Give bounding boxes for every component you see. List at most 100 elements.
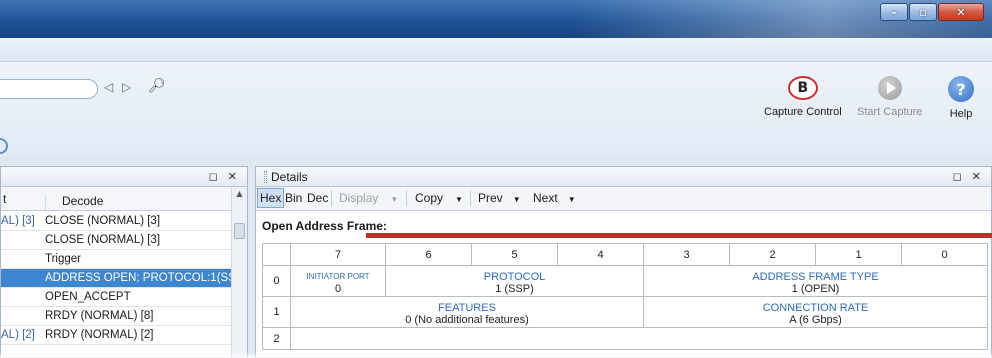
details-title: Details [271,170,308,184]
bit-header: 3 [643,243,730,266]
bit-header: 2 [729,243,816,266]
help-button[interactable]: ? Help [948,76,974,120]
display-button[interactable]: Display ▼ [339,191,398,205]
vertical-scrollbar[interactable]: ▲ [231,187,247,357]
binoculars-icon[interactable]: 🔎︎ [148,78,166,94]
bottom-fade [0,352,992,358]
chevron-down-icon: ▼ [567,195,576,204]
start-capture-label: Start Capture [857,106,923,118]
table-row[interactable]: CLOSE (NORMAL) [3] [1,231,231,250]
window-controls: – ▫ ✕ [879,3,984,21]
connection-rate-field[interactable]: CONNECTION RATE A (6 Gbps) [643,296,988,328]
field-label: FEATURES [438,301,496,314]
empty-field[interactable] [290,327,988,350]
row-cell-decode: ADDRESS OPEN; PROTOCOL:1(SSP [45,272,231,284]
chevron-down-icon: ▼ [512,195,521,204]
close-button[interactable]: ✕ [938,3,984,21]
details-toolbar: Hex Bin Dec Display ▼ Copy ▼ Prev ▼ Next ▼ [256,187,991,211]
bit-header: 4 [557,243,644,266]
byte-index: 2 [262,327,291,350]
corner-cell [262,243,291,266]
restore-pane-icon[interactable]: ◻ [953,171,962,183]
event-rows: AL) [3] CLOSE (NORMAL) [3] CLOSE (NORMAL)… [1,212,231,345]
toolbar-divider [406,190,407,206]
features-field[interactable]: FEATURES 0 (No additional features) [290,296,644,328]
copy-label: Copy [415,191,444,205]
bit-header: 5 [471,243,558,266]
table-row[interactable]: RRDY (NORMAL) [8] [1,307,231,326]
column-header-t[interactable]: t [1,192,41,206]
capture-control-label: Capture Control [764,106,842,118]
field-value: 1 (SSP) [495,282,534,295]
prev-arrow-icon[interactable]: ◁ [104,80,113,94]
protocol-field[interactable]: PROTOCOL 1 (SSP) [385,265,644,297]
circle-icon[interactable] [0,138,8,154]
prev-button[interactable]: Prev ▼ [478,191,521,205]
capture-control-button[interactable]: B Capture Control [764,76,842,118]
toolbar-divider [470,190,471,206]
capture-control-icon: B [787,76,818,100]
close-pane-icon[interactable]: ✕ [228,171,237,183]
bit-header: 6 [385,243,472,266]
details-pane: Details ◻ ✕ Hex Bin Dec Display ▼ Copy ▼ Pr… [255,166,992,358]
menu-bar [0,38,992,62]
grip-icon[interactable] [264,171,267,183]
help-label: Help [949,108,973,120]
row-cell-decode: RRDY (NORMAL) [8] [45,310,154,322]
main-toolbar: ◁ ▷ 🔎︎ B Capture Control Start Capture ?… [0,62,992,157]
chevron-down-icon: ▼ [455,195,463,204]
bit-header: 1 [815,243,902,266]
bit-header: 7 [290,243,386,266]
table-row[interactable]: AL) [3] CLOSE (NORMAL) [3] [1,212,231,231]
event-list-header: ◻ ✕ [1,167,247,187]
search-input[interactable] [0,79,98,99]
help-icon: ? [948,76,974,102]
address-frame-table: 7 6 5 4 3 2 1 0 0 INITIATOR PORT 0 PROTOC… [262,243,988,350]
table-row-selected[interactable]: ADDRESS OPEN; PROTOCOL:1(SSP [1,269,231,288]
toolbar-divider [331,190,332,206]
field-value: A (6 Gbps) [789,313,842,326]
field-value: 0 [334,282,342,295]
frame-title: Open Address Frame: [262,219,387,233]
table-row[interactable]: Trigger [1,250,231,269]
field-value: 0 (No additional features) [405,313,529,326]
row-cell-decode: OPEN_ACCEPT [45,291,131,303]
prev-label: Prev [478,191,503,205]
byte-index: 1 [262,296,291,328]
start-capture-button[interactable]: Start Capture [857,76,922,118]
pane-controls: ◻ ✕ [943,167,981,187]
row-cell-decode: Trigger [45,253,81,265]
row-cell-decode: CLOSE (NORMAL) [3] [45,234,161,246]
bit-header: 0 [901,243,988,266]
maximize-button[interactable]: ▫ [909,3,937,21]
close-pane-icon[interactable]: ✕ [972,171,981,183]
copy-button[interactable]: Copy ▼ [415,191,463,205]
display-label: Display [339,191,379,205]
chevron-down-icon: ▼ [390,195,399,204]
scroll-thumb[interactable] [234,223,245,239]
row-cell-a: AL) [2] [1,329,35,341]
minimize-button[interactable]: – [880,3,908,21]
marker-line [366,233,992,238]
row-cell-decode: RRDY (NORMAL) [2] [45,329,154,341]
pane-controls: ◻ ✕ [199,167,237,187]
title-bar: – ▫ ✕ [0,0,992,38]
next-button[interactable]: Next ▼ [533,191,576,205]
table-row[interactable]: OPEN_ACCEPT [1,288,231,307]
scroll-up-icon[interactable]: ▲ [232,189,247,198]
table-row[interactable]: AL) [2] RRDY (NORMAL) [2] [1,326,231,345]
next-arrow-icon[interactable]: ▷ [122,80,131,94]
bin-button[interactable]: Bin [285,191,302,205]
initiator-port-field[interactable]: INITIATOR PORT 0 [290,265,386,297]
field-label: ADDRESS FRAME TYPE [752,270,879,283]
field-label: PROTOCOL [483,270,546,283]
row-cell-a: AL) [3] [1,215,35,227]
play-icon [877,76,902,100]
hex-button[interactable]: Hex [257,188,285,208]
restore-pane-icon[interactable]: ◻ [209,171,218,183]
column-header-decode[interactable]: Decode [45,194,103,212]
next-label: Next [533,191,558,205]
address-frame-type-field[interactable]: ADDRESS FRAME TYPE 1 (OPEN) [643,265,988,297]
dec-button[interactable]: Dec [307,191,328,205]
field-label: CONNECTION RATE [762,301,869,314]
